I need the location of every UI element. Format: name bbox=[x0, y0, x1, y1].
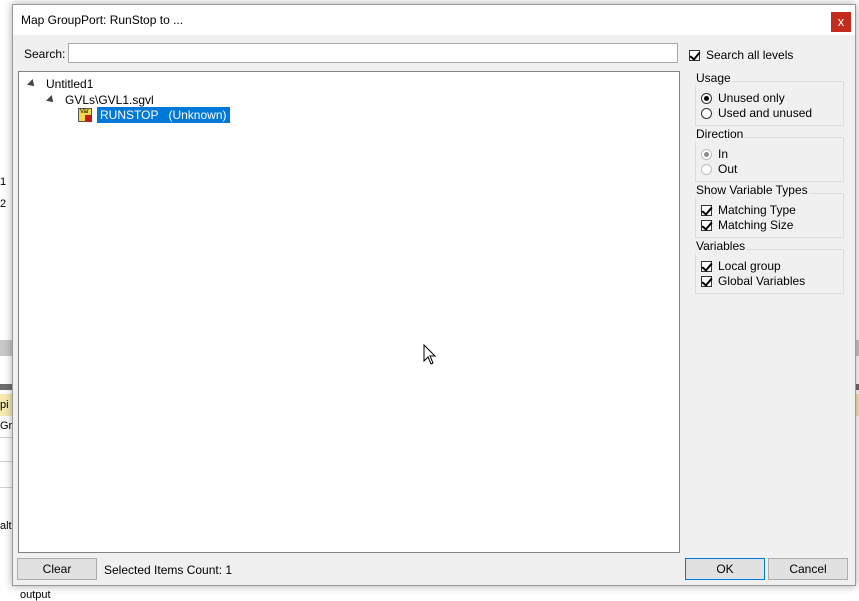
radio-icon bbox=[701, 163, 712, 175]
radio-label: Used and unused bbox=[718, 106, 813, 120]
show-variable-types-group: Show Variable Types Matching Type Matchi… bbox=[695, 183, 844, 238]
direction-group-title: Direction bbox=[695, 127, 745, 141]
close-icon: x bbox=[837, 14, 845, 29]
close-button[interactable]: x bbox=[831, 12, 851, 32]
search-label: Search: bbox=[24, 47, 66, 61]
variable-tree[interactable]: Untitled1 GVLs\GVL1.sgvl Var RUNSTOP (Un… bbox=[18, 71, 680, 553]
checkbox-checked-icon bbox=[701, 204, 712, 216]
search-input[interactable] bbox=[68, 43, 678, 63]
var-icon: Var bbox=[78, 108, 92, 122]
title-bar: Map GroupPort: RunStop to ... x bbox=[13, 5, 855, 35]
radio-icon bbox=[701, 107, 712, 119]
expand-arrow-icon[interactable] bbox=[27, 79, 37, 89]
radio-out[interactable]: Out bbox=[701, 162, 737, 176]
checkbox-checked-icon bbox=[701, 275, 712, 287]
tree-item-selected[interactable]: RUNSTOP (Unknown) bbox=[97, 107, 230, 123]
usage-group-title: Usage bbox=[695, 71, 732, 85]
tree-node-label: Untitled1 bbox=[46, 77, 94, 91]
radio-label: Unused only bbox=[718, 91, 785, 105]
matching-size-checkbox[interactable]: Matching Size bbox=[701, 218, 793, 232]
selected-items-count: Selected Items Count: 1 bbox=[104, 563, 233, 577]
map-groupport-dialog: Map GroupPort: RunStop to ... x Search: … bbox=[12, 4, 856, 586]
usage-group: Usage Unused only Used and unused bbox=[695, 71, 844, 126]
tree-node-root[interactable]: Untitled1 bbox=[27, 77, 94, 91]
expand-arrow-icon[interactable] bbox=[46, 95, 56, 105]
ok-button[interactable]: OK bbox=[685, 558, 765, 580]
checkbox-checked-icon bbox=[701, 260, 712, 272]
checkbox-checked-icon bbox=[689, 49, 700, 61]
cancel-button[interactable]: Cancel bbox=[768, 558, 848, 580]
radio-used-and-unused[interactable]: Used and unused bbox=[701, 106, 812, 120]
dialog-title: Map GroupPort: RunStop to ... bbox=[21, 13, 184, 27]
radio-label: In bbox=[718, 147, 729, 161]
var-icon-badge bbox=[85, 115, 92, 122]
search-all-levels-label: Search all levels bbox=[706, 48, 794, 62]
radio-selected-icon bbox=[701, 92, 712, 104]
tree-node-gvl[interactable]: GVLs\GVL1.sgvl bbox=[46, 93, 154, 107]
matching-type-checkbox[interactable]: Matching Type bbox=[701, 203, 796, 217]
global-variables-checkbox[interactable]: Global Variables bbox=[701, 274, 805, 288]
variables-group: Variables Local group Global Variables bbox=[695, 239, 844, 294]
checkbox-label: Global Variables bbox=[718, 274, 806, 288]
local-group-checkbox[interactable]: Local group bbox=[701, 259, 781, 273]
tree-node-label: GVLs\GVL1.sgvl bbox=[65, 93, 154, 107]
radio-label: Out bbox=[718, 162, 738, 176]
mouse-cursor-icon bbox=[423, 344, 437, 365]
checkbox-label: Matching Size bbox=[718, 218, 794, 232]
variables-group-title: Variables bbox=[695, 239, 747, 253]
background-row-text: output bbox=[20, 589, 51, 601]
radio-in[interactable]: In bbox=[701, 147, 728, 161]
checkbox-label: Matching Type bbox=[718, 203, 796, 217]
variable-type: (Unknown) bbox=[168, 108, 227, 122]
checkbox-label: Local group bbox=[718, 259, 781, 273]
checkbox-checked-icon bbox=[701, 219, 712, 231]
tree-node-runstop[interactable]: Var RUNSTOP (Unknown) bbox=[78, 107, 230, 123]
search-all-levels-checkbox[interactable]: Search all levels bbox=[689, 48, 793, 62]
variable-name: RUNSTOP bbox=[100, 108, 159, 122]
radio-unused-only[interactable]: Unused only bbox=[701, 91, 785, 105]
radio-selected-icon bbox=[701, 148, 712, 160]
show-types-group-title: Show Variable Types bbox=[695, 183, 809, 197]
direction-group: Direction In Out bbox=[695, 127, 844, 182]
clear-button[interactable]: Clear bbox=[17, 558, 97, 580]
